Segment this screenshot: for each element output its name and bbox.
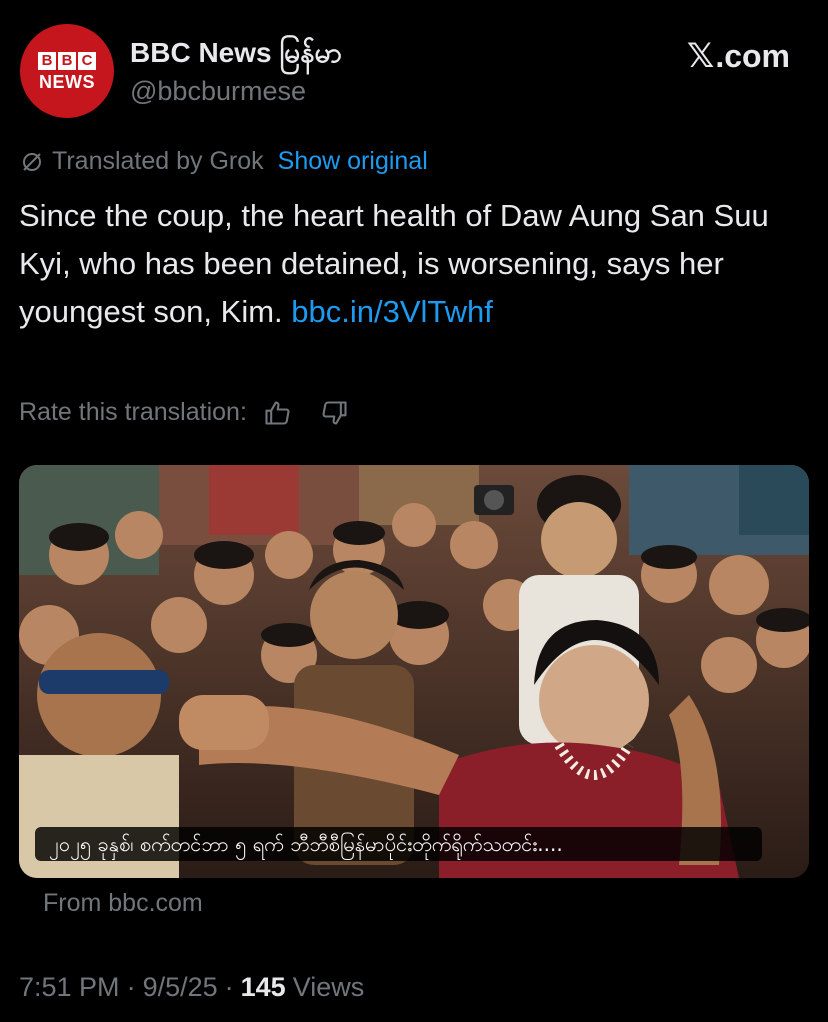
bbc-letter: C [78,51,96,70]
avatar[interactable]: B B C NEWS [20,24,114,118]
translated-by-label: Translated by Grok [52,147,264,175]
card-source[interactable]: From bbc.com [43,889,203,918]
bbc-letter: B [38,51,56,70]
site-watermark: 𝕏 .com [687,36,790,76]
display-name[interactable]: BBC News မြန်မာ [130,34,342,76]
meta-separator: · [126,972,136,1002]
avatar-news-word: NEWS [39,71,95,92]
link-card[interactable]: ၂၀၂၅ ခုနှစ်၊ စက်တင်ဘာ ၅ ရက် ဘီဘီစီမြန်မာ… [19,465,809,878]
thumbs-up-icon[interactable] [263,399,291,427]
show-original-link[interactable]: Show original [278,147,428,176]
news-photo [19,465,809,878]
views-count: 145 [240,972,286,1002]
rate-translation-row: Rate this translation: [19,398,349,427]
translation-notice: Translated by Grok Show original [20,147,428,176]
tweet-date[interactable]: 9/5/25 [143,972,218,1003]
tweet-meta: 7:51 PM · 9/5/25 · 145 Views [19,972,364,1003]
user-handle[interactable]: @bbcburmese [130,76,306,107]
translate-icon [23,152,41,171]
bbc-logo-blocks: B B C [38,51,96,70]
tweet-time[interactable]: 7:51 PM [19,972,120,1003]
tweet-page: B B C NEWS BBC News မြန်မာ @bbcburmese 𝕏… [0,0,828,1022]
rate-translation-label: Rate this translation: [19,398,247,426]
bbc-letter: B [58,51,76,70]
thumbs-down-icon[interactable] [321,399,349,427]
meta-separator: · [224,972,234,1002]
site-label: .com [715,38,790,74]
tweet-link[interactable]: bbc.in/3VlTwhf [291,294,493,329]
views-label: Views [292,972,365,1002]
tweet-text: Since the coup, the heart health of Daw … [19,192,799,336]
x-logo-icon: 𝕏 [686,37,715,75]
card-image-caption: ၂၀၂၅ ခုနှစ်၊ စက်တင်ဘာ ၅ ရက် ဘီဘီစီမြန်မာ… [35,827,762,861]
